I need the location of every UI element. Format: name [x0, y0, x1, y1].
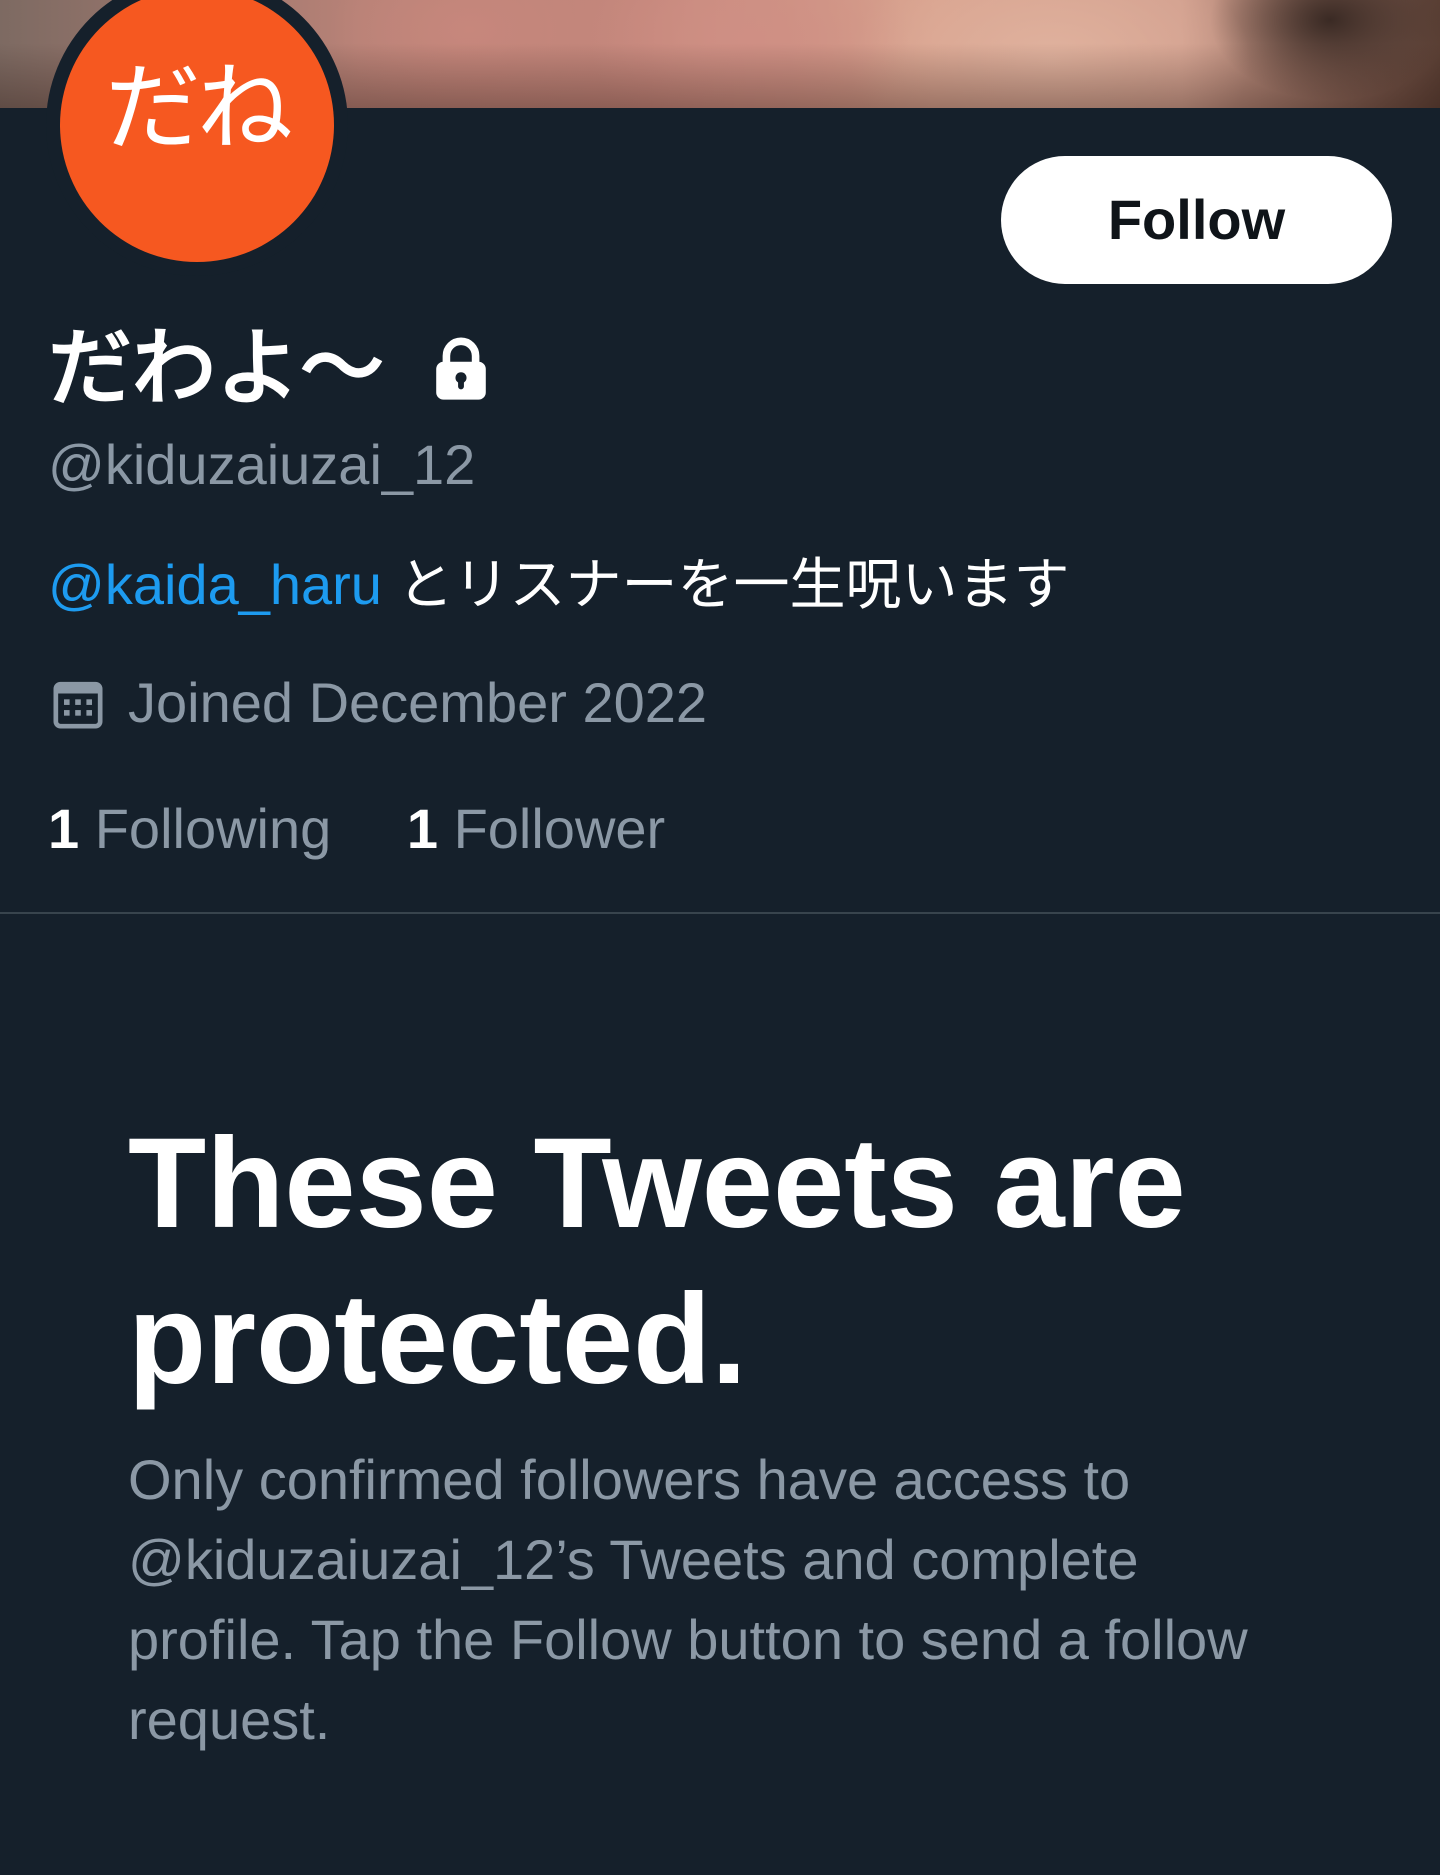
- profile-handle: @kiduzaiuzai_12: [48, 433, 476, 496]
- profile-stats: 1 Following 1 Follower: [48, 794, 725, 864]
- lock-icon: [436, 337, 486, 400]
- protected-title: These Tweets are protected.: [128, 1112, 1186, 1411]
- profile-bio: @kaida_haru とリスナーを一生呪います: [48, 550, 1070, 620]
- avatar[interactable]: だね: [60, 0, 334, 262]
- followers-count: 1: [406, 797, 438, 860]
- followers-link[interactable]: 1 Follower: [407, 794, 665, 864]
- section-divider: [0, 912, 1440, 914]
- avatar-text: だね: [105, 52, 293, 164]
- following-label: Following: [94, 797, 332, 860]
- bio-mention-link[interactable]: @kaida_haru: [48, 553, 382, 616]
- calendar-icon: [53, 681, 103, 729]
- joined-date: Joined December 2022: [128, 671, 708, 734]
- protected-description: Only confirmed followers have access to …: [128, 1448, 1248, 1751]
- display-name: だわよ〜: [48, 319, 385, 417]
- followers-label: Follower: [453, 797, 666, 860]
- following-count: 1: [48, 797, 80, 860]
- following-link[interactable]: 1 Following: [48, 794, 331, 864]
- follow-button[interactable]: Follow: [1001, 156, 1392, 284]
- bio-text: とリスナーを一生呪います: [381, 553, 1070, 616]
